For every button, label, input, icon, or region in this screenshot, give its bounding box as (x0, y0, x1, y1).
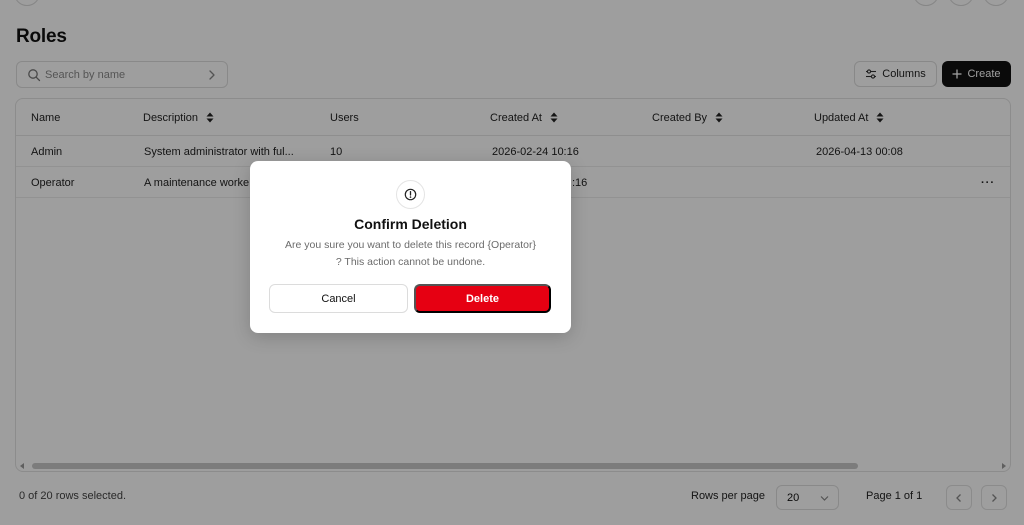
dialog-message: Are you sure you want to delete this rec… (264, 237, 557, 271)
dialog-message-line-1: Are you sure you want to delete this rec… (285, 239, 536, 251)
alert-circle-icon (404, 188, 417, 201)
alert-icon-badge (396, 180, 425, 209)
delete-button[interactable]: Delete (414, 284, 551, 313)
confirm-deletion-dialog: Confirm Deletion Are you sure you want t… (250, 161, 571, 333)
dialog-title: Confirm Deletion (354, 216, 467, 232)
cancel-button[interactable]: Cancel (269, 284, 408, 313)
dialog-message-line-2: ? This action cannot be undone. (335, 256, 486, 268)
